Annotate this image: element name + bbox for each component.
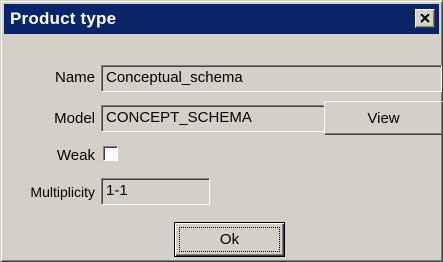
weak-checkbox[interactable]: [103, 146, 118, 161]
model-label: Model: [54, 110, 95, 127]
close-icon: [420, 14, 430, 23]
product-type-dialog: Product type Name Conceptual_schema Mode…: [0, 0, 443, 262]
multiplicity-field[interactable]: 1-1: [101, 178, 210, 205]
close-button[interactable]: [415, 9, 435, 28]
ok-button-label: Ok: [219, 231, 240, 248]
ok-focus-rect: Ok: [179, 227, 280, 252]
ok-button[interactable]: Ok: [174, 222, 285, 257]
weak-label: Weak: [56, 147, 95, 164]
model-field[interactable]: CONCEPT_SCHEMA: [101, 105, 325, 132]
multiplicity-label: Multiplicity: [30, 184, 95, 200]
view-button[interactable]: View: [324, 101, 443, 135]
name-label: Name: [54, 69, 95, 86]
name-field[interactable]: Conceptual_schema: [101, 65, 442, 92]
dialog-title: Product type: [10, 9, 117, 28]
title-bar[interactable]: Product type: [4, 4, 439, 34]
